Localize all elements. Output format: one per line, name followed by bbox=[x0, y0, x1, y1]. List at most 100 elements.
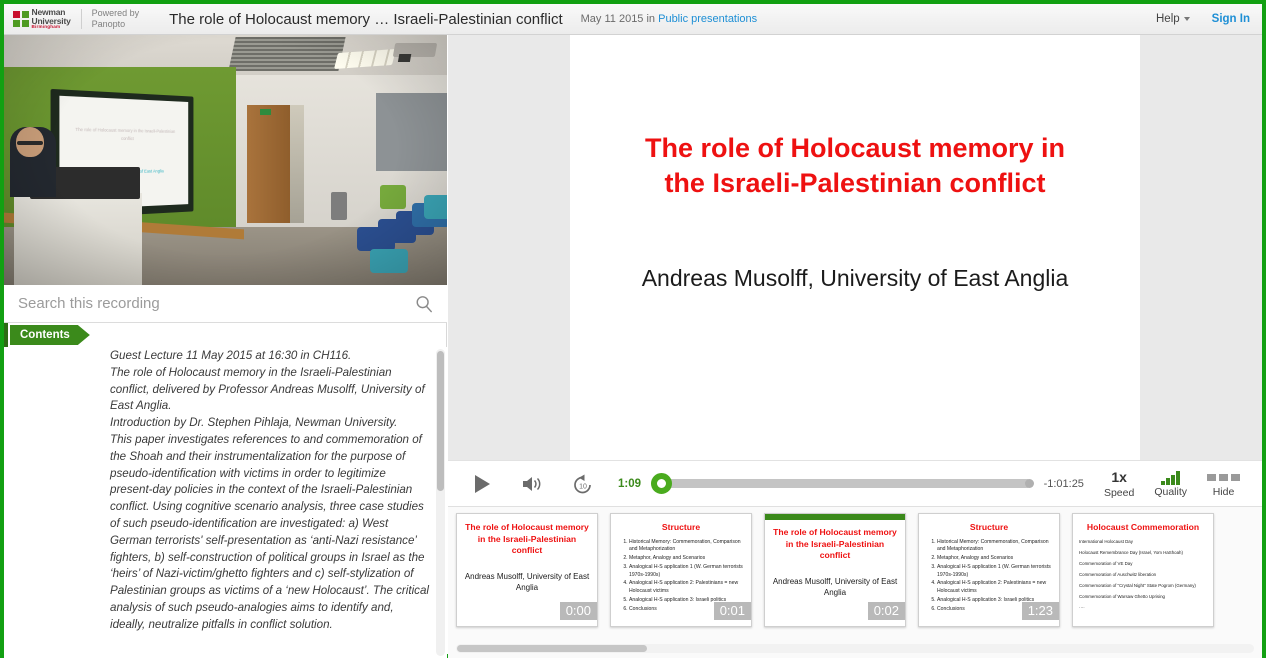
contents-scrollbar[interactable] bbox=[436, 349, 445, 656]
logo-line-3: Birmingham bbox=[31, 24, 61, 30]
header-divider bbox=[80, 9, 82, 29]
video-vignette bbox=[4, 35, 447, 285]
branding-area: Newman University Birmingham Powered by … bbox=[4, 8, 139, 31]
thumb-timestamp: 0:00 bbox=[559, 602, 597, 620]
main-content: The role of Holocaust memory in the Isra… bbox=[448, 35, 1262, 658]
search-icon[interactable] bbox=[415, 295, 433, 313]
elapsed-time: 1:09 bbox=[618, 477, 642, 490]
logo-squares-icon bbox=[13, 11, 29, 27]
svg-text:10: 10 bbox=[579, 483, 587, 490]
remaining-time: -1:01:25 bbox=[1043, 477, 1084, 490]
tab-accent-edge bbox=[4, 323, 8, 347]
slide-subtitle: Andreas Musolff, University of East Angl… bbox=[641, 265, 1069, 292]
thumb-line: Commemoration of “Crystal Night” State P… bbox=[1079, 582, 1196, 588]
thumb-timestamp: 0:01 bbox=[713, 602, 751, 620]
thumb-bullet: Analogical H-S application 2: Palestinia… bbox=[629, 580, 745, 595]
volume-button[interactable] bbox=[522, 475, 546, 493]
signal-bars-icon bbox=[1161, 470, 1180, 485]
contents-panel: Guest Lecture 11 May 2015 at 16:30 in CH… bbox=[4, 347, 447, 658]
thumb-bullet: Metaphor, Analogy and Scenarios bbox=[937, 555, 1053, 562]
rewind-10-icon: 10 bbox=[574, 474, 591, 493]
thumb-timestamp: 0:02 bbox=[867, 602, 905, 620]
thumb-line: Commemoration of VE Day bbox=[1079, 560, 1133, 566]
play-button[interactable] bbox=[472, 474, 492, 494]
active-indicator-bar bbox=[765, 514, 905, 520]
hide-label: Hide bbox=[1212, 485, 1235, 498]
thumb-bullet: Metaphor, Analogy and Scenarios bbox=[629, 555, 745, 562]
thumb-timestamp: 1:23 bbox=[1021, 602, 1059, 620]
recording-description: Guest Lecture 11 May 2015 at 16:30 in CH… bbox=[110, 349, 429, 631]
page-title: The role of Holocaust memory … Israeli-P… bbox=[169, 10, 563, 28]
quality-control[interactable]: Quality bbox=[1154, 470, 1187, 498]
video-stream-view[interactable]: The role of Holocaust memory in the Isra… bbox=[4, 35, 447, 285]
seek-handle[interactable] bbox=[651, 473, 673, 494]
thumb-heading: Structure bbox=[969, 522, 1009, 532]
thumb-subtitle: Andreas Musolff, University of East Angl… bbox=[464, 571, 590, 593]
search-input[interactable] bbox=[18, 295, 388, 312]
search-bar bbox=[4, 285, 447, 323]
thumb-bullet: Analogical H-S application 1 (W. German … bbox=[629, 564, 745, 579]
thumb-line: Holocaust Remembrance Day (Israel, Yom H… bbox=[1079, 549, 1183, 555]
thumb-line-list: International Holocaust Day Holocaust Re… bbox=[1079, 539, 1207, 610]
tab-contents[interactable]: Contents bbox=[10, 325, 90, 345]
quality-label: Quality bbox=[1154, 485, 1187, 498]
newman-university-logo[interactable]: Newman University Birmingham bbox=[13, 8, 71, 30]
thumb-line: Commemoration of Auschwitz liberation bbox=[1079, 571, 1157, 577]
thumbnail-strip[interactable]: The role of Holocaust memory in the Isra… bbox=[448, 506, 1262, 658]
help-label: Help bbox=[1156, 13, 1180, 25]
thumb-bullet: Analogical H-S application 1 (W. German … bbox=[937, 564, 1053, 579]
slide-viewer[interactable]: The role of Holocaust memory in the Isra… bbox=[448, 35, 1262, 460]
thumb-bullet: Historical Memory: Commemoration, Compar… bbox=[937, 539, 1053, 554]
thumb-heading: Structure bbox=[661, 522, 701, 532]
thumb-line: International Holocaust Day bbox=[1079, 539, 1133, 544]
thumbnail-slide[interactable]: Holocaust Commemoration International Ho… bbox=[1072, 513, 1214, 627]
thumb-bullet: Historical Memory: Commemoration, Compar… bbox=[629, 539, 745, 554]
powered-by-panopto: Powered by Panopto bbox=[92, 8, 140, 31]
hide-control[interactable]: Hide bbox=[1207, 470, 1240, 498]
panopto-player-window: Newman University Birmingham Powered by … bbox=[0, 0, 1266, 658]
thumb-line: …. bbox=[1079, 604, 1085, 610]
recording-date-and-folder: May 11 2015 in Public presentations bbox=[581, 13, 758, 25]
speed-control[interactable]: 1x Speed bbox=[1104, 469, 1134, 499]
table-of-contents-list: The role of Holocaust memory in the Isra… bbox=[110, 652, 431, 658]
seek-track[interactable] bbox=[651, 479, 1032, 488]
thumbnail-row: The role of Holocaust memory in the Isra… bbox=[456, 513, 1262, 627]
thumbnail-slide[interactable]: Structure Historical Memory: Commemorati… bbox=[610, 513, 752, 627]
thumbnail-slide[interactable]: Structure Historical Memory: Commemorati… bbox=[918, 513, 1060, 627]
thumb-subtitle: Andreas Musolff, University of East Angl… bbox=[772, 576, 898, 598]
sign-in-button[interactable]: Sign In bbox=[1212, 13, 1250, 25]
recording-date: May 11 2015 in bbox=[580, 13, 656, 25]
rewind-10-button[interactable]: 10 bbox=[572, 474, 594, 494]
chevron-down-icon bbox=[1183, 16, 1190, 21]
help-menu[interactable]: Help bbox=[1156, 13, 1190, 25]
speed-label: Speed bbox=[1103, 486, 1135, 499]
thumb-line: Commemoration of Warsaw Ghetto Uprising bbox=[1079, 593, 1165, 599]
speed-value: 1x bbox=[1111, 468, 1127, 485]
thumbnail-slide[interactable]: The role of Holocaust memory in the Isra… bbox=[456, 513, 598, 627]
header-actions: Help Sign In bbox=[1156, 13, 1262, 25]
three-squares-icon bbox=[1207, 470, 1240, 485]
thumb-bullet: Analogical H-S application 2: Palestinia… bbox=[937, 580, 1053, 595]
scrollbar-thumb[interactable] bbox=[437, 351, 444, 491]
panopto-brand-label: Panopto bbox=[91, 19, 126, 29]
powered-by-label: Powered by bbox=[91, 7, 140, 18]
scrollbar-thumb[interactable] bbox=[457, 645, 647, 652]
thumb-title: The role of Holocaust memory in the Isra… bbox=[465, 522, 589, 556]
seek-end-marker bbox=[1024, 479, 1034, 488]
thumbnail-scrollbar[interactable] bbox=[456, 644, 1254, 653]
slide-title: The role of Holocaust memory in the Isra… bbox=[644, 133, 1066, 198]
current-slide: The role of Holocaust memory in the Isra… bbox=[570, 35, 1140, 460]
player-controls: 10 1:09 -1:01:25 1x Speed Quality Hide bbox=[448, 460, 1262, 506]
thumbnail-slide-active[interactable]: The role of Holocaust memory in the Isra… bbox=[764, 513, 906, 627]
volume-icon bbox=[523, 476, 541, 491]
contents-scroll-area[interactable]: Guest Lecture 11 May 2015 at 16:30 in CH… bbox=[4, 347, 447, 658]
app-header: Newman University Birmingham Powered by … bbox=[4, 4, 1262, 35]
seek-bar[interactable] bbox=[651, 473, 1034, 494]
play-icon bbox=[475, 474, 490, 493]
list-item[interactable]: The role of Holocaust memory in the Isra… bbox=[110, 652, 431, 658]
thumb-title: The role of Holocaust memory in the Isra… bbox=[773, 527, 897, 561]
folder-link[interactable]: Public presentations bbox=[658, 13, 757, 25]
left-sidebar: The role of Holocaust memory in the Isra… bbox=[4, 35, 447, 658]
sidebar-tabs: Contents bbox=[4, 323, 446, 347]
thumb-heading: Holocaust Commemoration bbox=[1086, 522, 1200, 532]
